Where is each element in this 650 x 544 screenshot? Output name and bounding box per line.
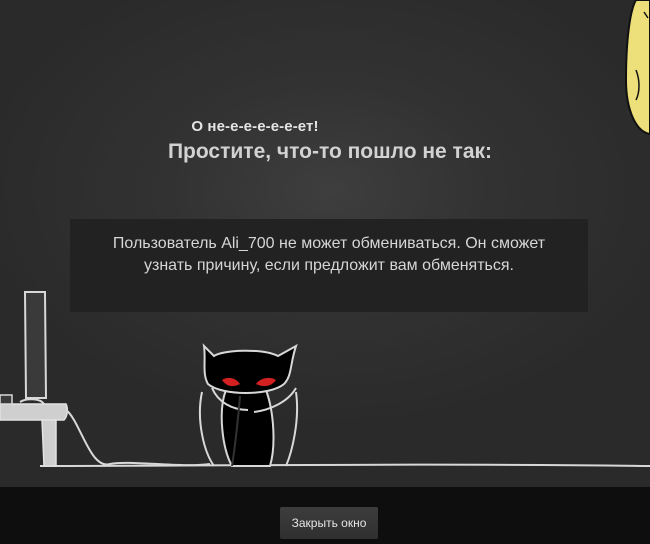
error-heading: Простите, что-то пошло не так: [167, 140, 493, 163]
yellow-creature-icon [624, 0, 650, 136]
close-window-button[interactable]: Закрыть окно [280, 507, 378, 539]
floor-line [39, 463, 650, 467]
error-message: Пользователь Ali_700 не может обменивать… [112, 235, 546, 274]
error-illustration-area: О не-е-е-е-е-е-ет! Простите, что-то пошл… [0, 0, 650, 487]
cat-icon [65, 343, 299, 467]
exclamation-text: О не-е-е-е-е-е-ет! [191, 118, 319, 135]
computer-desk-icon [0, 291, 69, 467]
dialog-footer: Закрыть окно [0, 487, 650, 544]
